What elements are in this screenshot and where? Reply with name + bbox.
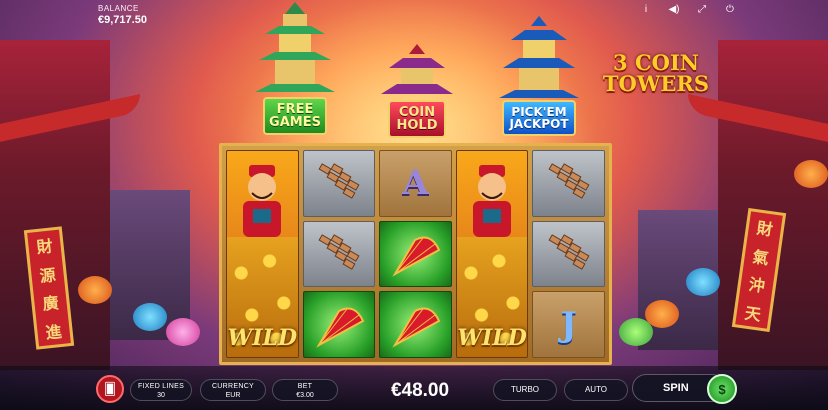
fan-icon bbox=[392, 307, 441, 348]
wild-symbol: WILD bbox=[226, 150, 299, 358]
firecracker-symbol bbox=[302, 150, 376, 217]
info-icon[interactable]: i bbox=[640, 4, 652, 16]
control-bar: 🂠 FIXED LINES 30 CURRENCY EUR BET €3.00 … bbox=[0, 366, 828, 410]
firecracker-icon bbox=[548, 163, 590, 200]
lantern-icon bbox=[686, 268, 720, 296]
firecracker-symbol bbox=[302, 220, 376, 288]
free-games-sign: FREE GAMES bbox=[263, 97, 327, 135]
wild-label: WILD bbox=[227, 325, 298, 351]
paytable-button[interactable]: 🂠 bbox=[96, 375, 124, 403]
balance-display: BALANCE €9,717.50 bbox=[98, 4, 147, 26]
pickem-jackpot-sign: PICK'EM JACKPOT bbox=[502, 100, 576, 136]
fan-icon bbox=[316, 307, 365, 348]
lantern-icon bbox=[794, 160, 828, 188]
top-controls: i ◀) ⤢ ⏻ bbox=[640, 4, 736, 16]
pagoda-icon bbox=[255, 2, 335, 92]
letter-j: J bbox=[560, 304, 577, 345]
power-icon[interactable]: ⏻ bbox=[724, 4, 736, 16]
letter-a-symbol: A bbox=[379, 150, 452, 217]
game-logo: 3 COIN TOWERS bbox=[602, 50, 710, 96]
coin-hold-sign: COIN HOLD bbox=[388, 100, 446, 138]
lantern-icon bbox=[133, 303, 167, 331]
fan-symbol bbox=[302, 291, 376, 358]
fortune-god-icon bbox=[243, 165, 282, 237]
fortune-god-icon bbox=[473, 165, 512, 237]
reel-5: J bbox=[532, 150, 605, 358]
firecracker-symbol bbox=[532, 220, 605, 288]
fan-symbol bbox=[379, 220, 452, 288]
free-games-tower: FREE GAMES bbox=[240, 0, 350, 145]
reel-grid: WILD A WILD J bbox=[219, 143, 612, 365]
wild-symbol: WILD bbox=[455, 150, 529, 358]
letter-j-symbol: J bbox=[532, 291, 605, 358]
firecracker-icon bbox=[548, 234, 590, 270]
reel-4: WILD bbox=[455, 150, 529, 358]
total-bet-amount: €48.00 bbox=[390, 380, 450, 401]
fixed-lines-display: FIXED LINES 30 bbox=[130, 379, 192, 401]
lantern-icon bbox=[166, 318, 200, 346]
bet-selector[interactable]: BET €3.00 bbox=[272, 379, 338, 401]
coin-hold-tower: COIN HOLD bbox=[362, 42, 472, 147]
fan-icon bbox=[392, 236, 441, 277]
sound-icon[interactable]: ◀) bbox=[668, 4, 680, 16]
spin-coin-icon[interactable]: $ bbox=[707, 374, 737, 404]
turbo-button[interactable]: TURBO bbox=[493, 379, 557, 401]
pagoda-icon bbox=[499, 16, 579, 98]
auto-button[interactable]: AUTO bbox=[564, 379, 628, 401]
cards-icon: 🂠 bbox=[103, 382, 117, 396]
firecracker-icon bbox=[318, 163, 360, 200]
fullscreen-icon[interactable]: ⤢ bbox=[696, 4, 708, 16]
letter-a: A bbox=[402, 163, 429, 204]
reel-2 bbox=[302, 150, 376, 358]
balance-label: BALANCE bbox=[98, 4, 139, 13]
firecracker-symbol bbox=[532, 150, 605, 217]
pickem-jackpot-tower: PICK'EM JACKPOT bbox=[484, 14, 594, 147]
wild-label: WILD bbox=[457, 325, 527, 351]
lantern-icon bbox=[78, 276, 112, 304]
reel-3: A bbox=[379, 150, 452, 358]
reel-1: WILD bbox=[226, 150, 299, 358]
currency-selector[interactable]: CURRENCY EUR bbox=[200, 379, 266, 401]
balance-value: €9,717.50 bbox=[98, 14, 147, 26]
fan-symbol bbox=[379, 291, 452, 358]
firecracker-icon bbox=[318, 234, 360, 270]
pagoda-icon bbox=[381, 44, 453, 94]
lantern-icon bbox=[619, 318, 653, 346]
